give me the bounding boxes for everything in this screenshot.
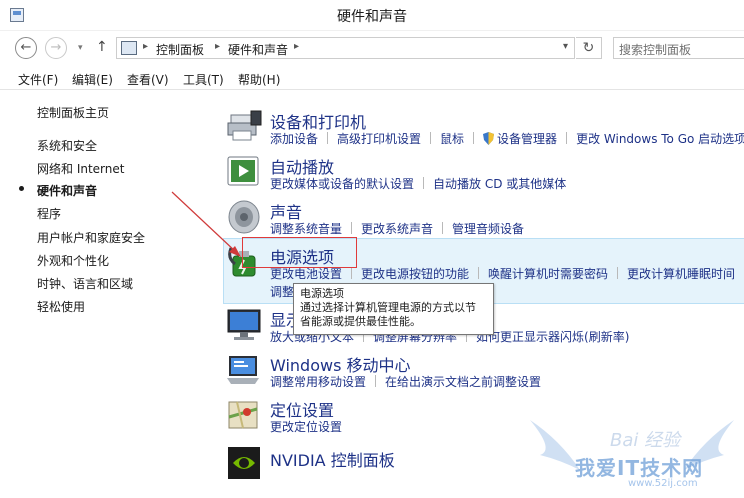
link-change-location-settings[interactable]: 更改定位设置 — [270, 418, 342, 435]
link-divider — [617, 267, 619, 279]
tooltip: 电源选项 通过选择计算机管理电源的方式以节 省能源或提供最佳性能。 — [293, 283, 494, 335]
breadcrumb-separator-icon[interactable]: ▸ — [143, 41, 148, 52]
menu-file[interactable]: 文件(F) — [18, 71, 58, 88]
link-change-system-sounds[interactable]: 更改系统声音 — [361, 220, 433, 237]
breadcrumb-separator-icon[interactable]: ▸ — [294, 41, 299, 52]
link-power-button-function[interactable]: 更改电源按钮的功能 — [361, 265, 469, 282]
display-icon — [227, 309, 261, 340]
link-adjust-brightness[interactable]: 调整 — [270, 285, 294, 299]
sidebar-item-ease-of-access[interactable]: 轻松使用 — [37, 298, 85, 315]
link-divider — [423, 177, 425, 189]
section-links: 更改定位设置 — [270, 418, 342, 435]
uac-shield-icon — [483, 132, 495, 145]
sidebar-item-programs[interactable]: 程序 — [37, 205, 61, 222]
sidebar-item-user-accounts[interactable]: 用户帐户和家庭安全 — [37, 229, 145, 246]
recent-locations-chevron-icon[interactable]: ▾ — [78, 43, 83, 53]
section-links: 调整常用移动设置 在给出演示文档之前调整设置 — [270, 373, 541, 390]
sidebar-item-home[interactable]: 控制面板主页 — [37, 104, 109, 121]
control-panel-icon — [121, 41, 137, 55]
link-divider — [351, 267, 353, 279]
printer-icon — [227, 110, 262, 141]
menu-bar: 文件(F) 编辑(E) 查看(V) 工具(T) 帮助(H) — [0, 66, 744, 90]
link-divider — [430, 132, 432, 144]
link-manage-audio-devices[interactable]: 管理音频设备 — [452, 220, 524, 237]
window-title: 硬件和声音 — [337, 9, 407, 25]
link-device-manager[interactable]: 设备管理器 — [497, 130, 557, 147]
link-adjust-volume[interactable]: 调整系统音量 — [270, 220, 342, 237]
breadcrumb-separator-icon[interactable]: ▸ — [215, 41, 220, 52]
menu-edit[interactable]: 编辑(E) — [72, 71, 113, 88]
link-divider — [351, 222, 353, 234]
tooltip-title: 电源选项 — [300, 287, 344, 300]
link-change-sleep-time[interactable]: 更改计算机睡眠时间 — [627, 265, 735, 282]
menu-view[interactable]: 查看(V) — [127, 71, 169, 88]
link-divider — [566, 132, 568, 144]
link-password-on-wake[interactable]: 唤醒计算机时需要密码 — [488, 265, 608, 282]
sidebar-item-appearance[interactable]: 外观和个性化 — [37, 252, 109, 269]
mobility-center-icon — [227, 356, 259, 384]
sidebar: 控制面板主页 系统和安全 网络和 Internet 硬件和声音 程序 用户帐户和… — [0, 90, 215, 498]
section-links: 调整系统音量 更改系统声音 管理音频设备 — [270, 220, 524, 237]
refresh-button[interactable]: ↻ — [576, 37, 602, 59]
link-autoplay-cd[interactable]: 自动播放 CD 或其他媒体 — [433, 175, 566, 192]
sidebar-item-hardware-sound[interactable]: 硬件和声音 — [37, 182, 97, 199]
link-divider — [375, 375, 377, 387]
breadcrumb-hardware-sound[interactable]: 硬件和声音 — [228, 41, 288, 58]
watermark-brand: 我爱IT技术网 — [575, 456, 704, 480]
address-row: ← → ▾ ↑ ▸ 控制面板 ▸ 硬件和声音 ▸ ▾ ↻ 搜索控制面板 — [0, 33, 744, 63]
address-dropdown-icon[interactable]: ▾ — [563, 41, 568, 52]
location-icon — [228, 401, 258, 429]
watermark-baidu: Bai 经验 — [610, 430, 681, 451]
link-divider — [478, 267, 480, 279]
menu-tools[interactable]: 工具(T) — [183, 71, 224, 88]
sidebar-item-clock-language[interactable]: 时钟、语言和区域 — [37, 275, 133, 292]
tooltip-text-line2: 省能源或提供最佳性能。 — [300, 315, 421, 328]
active-bullet-icon — [19, 186, 24, 191]
up-arrow-icon[interactable]: ↑ — [96, 39, 108, 55]
link-divider — [473, 132, 475, 144]
link-presentation-settings[interactable]: 在给出演示文档之前调整设置 — [385, 373, 541, 390]
tooltip-text-line1: 通过选择计算机管理电源的方式以节 — [300, 301, 476, 314]
link-common-mobility-settings[interactable]: 调整常用移动设置 — [270, 373, 366, 390]
section-links: 更改媒体或设备的默认设置 自动播放 CD 或其他媒体 — [270, 175, 566, 192]
link-advanced-printer-setup[interactable]: 高级打印机设置 — [337, 130, 421, 147]
autoplay-icon — [227, 156, 259, 186]
section-links-row2: 调整 — [270, 283, 294, 300]
annotation-arrow-icon — [171, 191, 241, 257]
section-title-nvidia[interactable]: NVIDIA 控制面板 — [270, 447, 395, 471]
link-add-device[interactable]: 添加设备 — [270, 130, 318, 147]
link-monitor-flicker[interactable]: 如何更正显示器闪烁(刷新率) — [476, 328, 629, 345]
link-windows-to-go[interactable]: 更改 Windows To Go 启动选项 — [576, 130, 744, 147]
breadcrumb-control-panel[interactable]: 控制面板 — [156, 41, 204, 58]
address-bar[interactable]: ▸ 控制面板 ▸ 硬件和声音 ▸ ▾ — [116, 37, 575, 59]
nvidia-icon — [228, 447, 260, 479]
section-links: 添加设备 高级打印机设置 鼠标 设备管理器 更改 Windows To Go 启动选项 — [270, 130, 744, 147]
link-divider — [442, 222, 444, 234]
title-bar: 硬件和声音 — [0, 0, 744, 31]
back-button[interactable]: ← — [15, 37, 37, 59]
search-input[interactable]: 搜索控制面板 — [613, 37, 744, 59]
link-change-media-defaults[interactable]: 更改媒体或设备的默认设置 — [270, 175, 414, 192]
sidebar-item-system-security[interactable]: 系统和安全 — [37, 137, 97, 154]
menu-help[interactable]: 帮助(H) — [238, 71, 280, 88]
forward-button[interactable]: → — [45, 37, 67, 59]
link-divider — [327, 132, 329, 144]
sidebar-item-network[interactable]: 网络和 Internet — [37, 160, 124, 177]
link-mouse[interactable]: 鼠标 — [440, 130, 464, 147]
watermark-site: www.52ij.com — [628, 478, 698, 489]
